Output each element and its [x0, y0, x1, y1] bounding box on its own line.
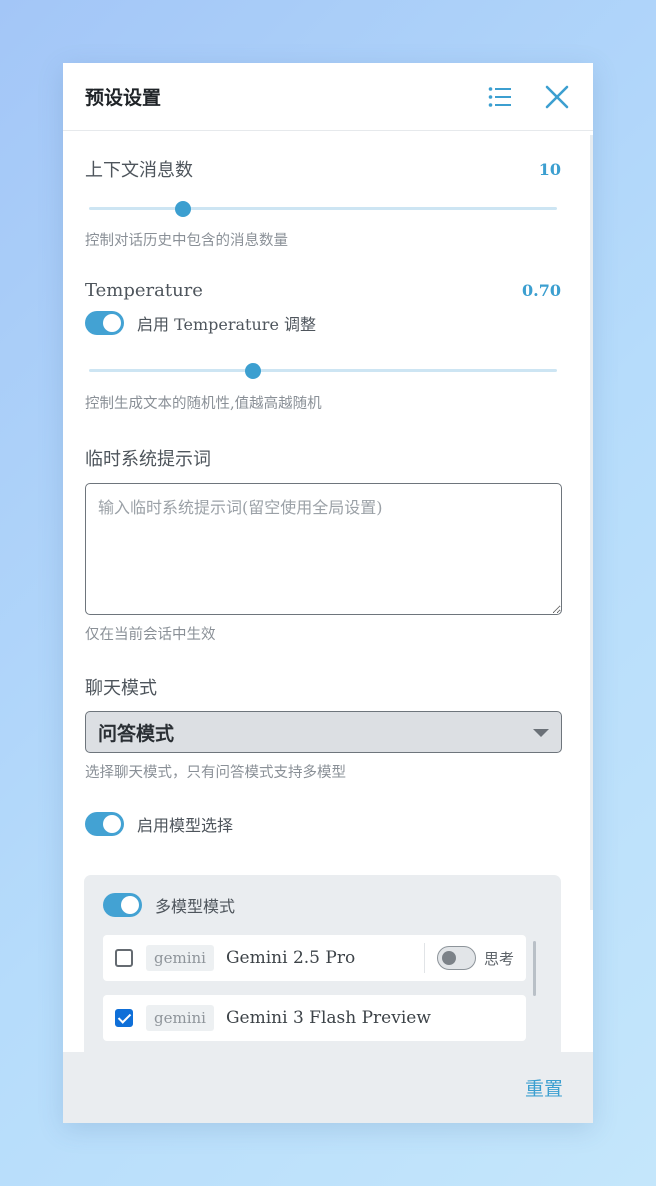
temperature-label: Temperature [85, 280, 203, 301]
think-toggle[interactable] [436, 946, 476, 970]
system-prompt-help: 仅在当前会话中生效 [85, 627, 216, 643]
model-select-toggle-row: 启用模型选择 [85, 812, 561, 836]
toggle-knob [441, 951, 456, 965]
model-name: Gemini 3 Flash Preview [225, 1008, 431, 1028]
context-value: 10 [538, 159, 561, 179]
model-list-scrollbar[interactable] [533, 941, 536, 996]
model-checkbox[interactable] [115, 949, 133, 967]
context-help: 控制对话历史中包含的消息数量 [85, 233, 288, 249]
panel-footer: 重置 [63, 1052, 593, 1123]
chat-mode-selected: 问答模式 [98, 722, 175, 745]
list-icon[interactable] [487, 84, 513, 110]
temperature-label-row: Temperature 0.70 [85, 280, 561, 301]
close-icon[interactable] [543, 83, 571, 111]
temperature-toggle[interactable] [85, 311, 124, 335]
temperature-slider-track [89, 369, 557, 372]
settings-body: 上下文消息数 10 控制对话历史中包含的消息数量 Temperature 0.7… [63, 156, 593, 836]
think-toggle-group: 思考 [423, 943, 514, 973]
temperature-toggle-label: 启用 Temperature 调整 [137, 315, 316, 334]
chevron-down-icon [533, 729, 549, 737]
multi-model-toggle-label: 多模型模式 [155, 897, 236, 916]
provider-tag: gemini [146, 945, 214, 971]
multi-model-toggle[interactable] [103, 893, 142, 917]
model-row[interactable]: gemini Gemini 2.5 Pro 思考 [103, 935, 526, 981]
multi-model-toggle-row: 多模型模式 [103, 893, 542, 917]
system-prompt-textarea[interactable] [85, 483, 562, 615]
panel-title: 预设设置 [85, 87, 162, 109]
toggle-knob [121, 896, 139, 914]
context-slider[interactable] [89, 199, 557, 219]
think-label: 思考 [483, 949, 514, 968]
context-label-row: 上下文消息数 10 [85, 156, 561, 182]
model-select-toggle-label: 启用模型选择 [137, 816, 234, 835]
chat-mode-label: 聊天模式 [85, 678, 157, 699]
model-checkbox[interactable] [115, 1009, 133, 1027]
model-name: Gemini 2.5 Pro [225, 948, 356, 968]
context-slider-track [89, 207, 557, 210]
model-row[interactable]: gemini Gemini 3 Flash Preview [103, 995, 526, 1041]
preset-settings-panel: 预设设置 上下文消息数 10 控制对话历史中包含的消息数量 Temperatur… [63, 63, 593, 1123]
context-label: 上下文消息数 [85, 160, 193, 181]
temperature-toggle-row: 启用 Temperature 调整 [85, 311, 561, 335]
reset-button[interactable]: 重置 [525, 1074, 563, 1101]
model-select-toggle[interactable] [85, 812, 124, 836]
temperature-slider-thumb[interactable] [244, 363, 261, 379]
provider-tag: gemini [146, 1005, 214, 1031]
chat-mode-select[interactable]: 问答模式 [85, 711, 562, 753]
context-slider-thumb[interactable] [174, 201, 191, 217]
temperature-help: 控制生成文本的随机性,值越高越随机 [85, 396, 322, 412]
temperature-slider[interactable] [89, 361, 557, 381]
temperature-value: 0.70 [522, 281, 561, 300]
multi-model-section: 多模型模式 gemini Gemini 2.5 Pro 思考 gemini Ge… [84, 875, 561, 1075]
chat-mode-help: 选择聊天模式，只有问答模式支持多模型 [85, 765, 346, 781]
toggle-knob [103, 314, 121, 332]
system-prompt-label: 临时系统提示词 [85, 449, 211, 470]
panel-header: 预设设置 [63, 63, 593, 131]
toggle-knob [103, 815, 121, 833]
